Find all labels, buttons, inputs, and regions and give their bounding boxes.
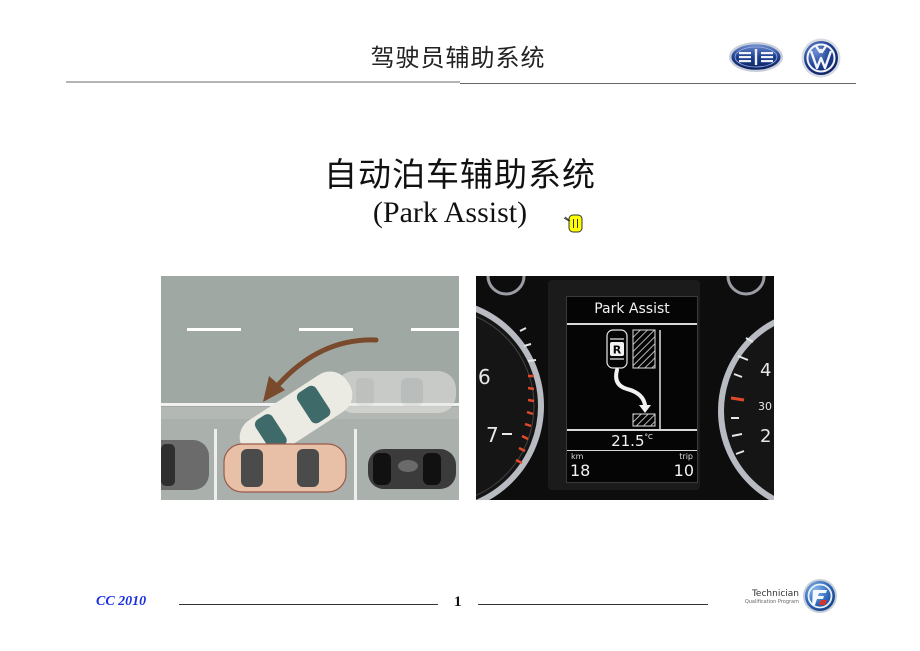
lane-marking	[299, 328, 353, 331]
page-number: 1	[454, 594, 462, 610]
trip-value: 10	[673, 461, 694, 480]
parking-guidance-graphic: R	[606, 329, 661, 429]
vw-logo-icon	[801, 38, 841, 78]
faw-logo-icon	[729, 42, 783, 72]
footer-course-code: CC 2010	[96, 594, 147, 609]
technician-program-label: Technician Qualification Program	[725, 589, 799, 606]
temperature-value: 21.5	[611, 432, 645, 450]
gauge-number-6: 6	[478, 365, 491, 389]
km-value: 18	[570, 461, 591, 480]
display-divider	[567, 450, 697, 451]
parked-vehicle-hatch	[632, 329, 656, 369]
lane-marking	[411, 328, 459, 331]
slide-subtitle: (Park Assist)	[372, 196, 528, 229]
gear-indicator: R	[613, 344, 622, 357]
parking-scene	[161, 276, 459, 500]
header-divider	[66, 81, 460, 83]
target-space-hatch	[632, 413, 656, 427]
temperature-unit: °C	[644, 433, 653, 441]
outside-temperature: 21.5°C	[567, 432, 697, 450]
parked-car-center	[223, 443, 347, 493]
display-divider	[567, 429, 697, 431]
gauge-number-7: 7	[486, 423, 499, 447]
reverse-path-arrow	[614, 368, 647, 407]
program-line-1: Technician	[751, 589, 799, 599]
trip-label: trip	[679, 452, 693, 461]
program-line-2: Qualification Program	[744, 599, 799, 605]
slide-title: 自动泊车辅助系统	[324, 155, 596, 194]
gauge-number-4: 4	[760, 360, 771, 381]
bay-line	[214, 429, 217, 500]
header-divider-right	[460, 83, 856, 84]
comment-icon[interactable]	[563, 212, 585, 234]
footer-divider-right	[478, 604, 708, 605]
parked-car-left	[161, 440, 209, 490]
park-assist-display: Park Assist R 21.5°C km trip 18 10	[566, 296, 698, 483]
footer-divider-left	[179, 604, 438, 605]
bay-line	[354, 429, 357, 500]
parking-illustration	[161, 276, 459, 500]
instrument-cluster-photo: 6 7 4 30 2 Park Assist R 21.5°C km trip …	[476, 276, 774, 500]
technician-program-logo-icon	[803, 579, 837, 613]
ghost-car	[336, 371, 456, 413]
km-label: km	[571, 452, 584, 461]
display-title: Park Assist	[594, 301, 670, 317]
lane-marking	[187, 328, 241, 331]
gauge-number-2: 2	[760, 426, 771, 447]
header-title: 驾驶员辅助系统	[370, 44, 546, 72]
gauge-number-30: 30	[758, 400, 772, 413]
parked-car-right	[368, 449, 456, 489]
